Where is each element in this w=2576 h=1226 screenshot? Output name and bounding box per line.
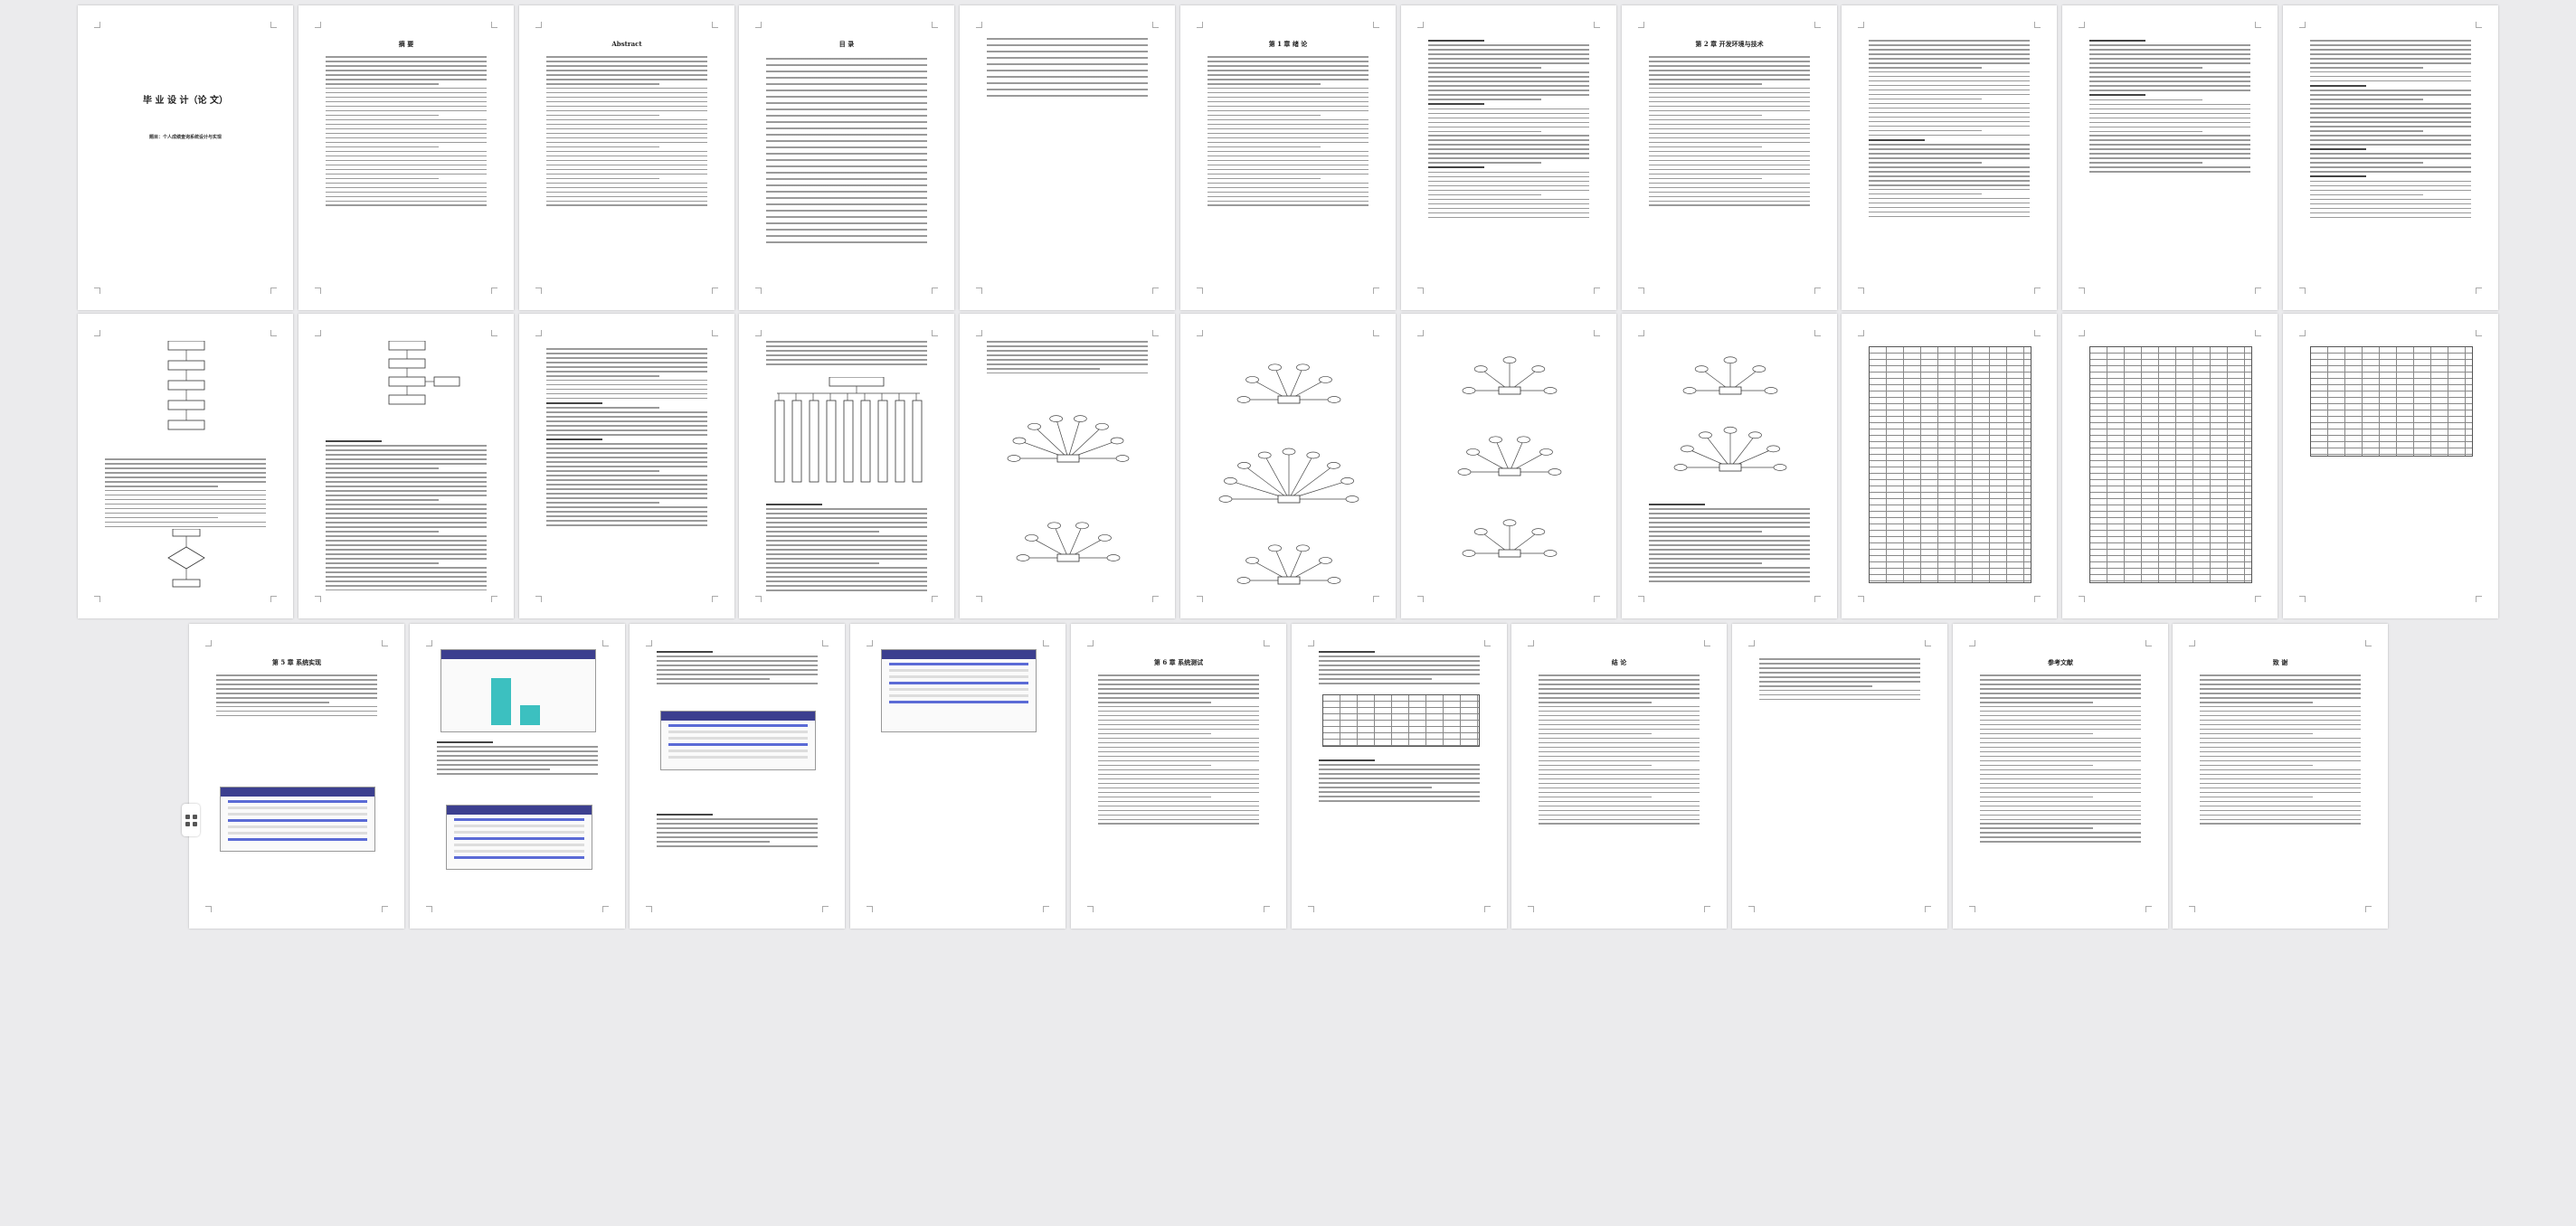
screenshot-figure xyxy=(660,711,816,770)
text-block xyxy=(657,814,818,850)
figure xyxy=(1007,415,1130,463)
figure xyxy=(1462,356,1558,395)
table-of-contents xyxy=(987,38,1148,101)
figure xyxy=(1673,426,1787,472)
page-thumbnail[interactable] xyxy=(298,314,514,618)
page-heading: 第 5 章 系统实现 xyxy=(271,658,322,666)
text-block xyxy=(1539,674,1700,827)
text-block xyxy=(2200,674,2361,827)
page-thumbnail[interactable]: 参考文献 xyxy=(1953,624,2168,929)
data-table xyxy=(2089,346,2252,583)
figure xyxy=(774,377,923,483)
page-thumbnail[interactable] xyxy=(630,624,845,929)
page-thumbnail[interactable] xyxy=(1842,5,2057,310)
page-thumbnail[interactable] xyxy=(850,624,1065,929)
page-thumbnail[interactable] xyxy=(2062,314,2278,618)
figure xyxy=(1457,436,1562,476)
page-thumbnail[interactable] xyxy=(1732,624,1947,929)
page-thumbnail[interactable] xyxy=(78,314,293,618)
page-thumbnail[interactable]: 毕 业 设 计（论 文） 题目：个人成绩查询系统设计与实现 xyxy=(78,5,293,310)
page-thumbnail[interactable]: 第 1 章 绪 论 xyxy=(1180,5,1396,310)
text-block xyxy=(1980,674,2141,845)
page-thumbnail[interactable] xyxy=(1622,314,1837,618)
page-heading: 第 2 章 开发环境与技术 xyxy=(1695,40,1764,48)
page-heading: 第 1 章 绪 论 xyxy=(1268,40,1308,48)
cover-subtitle: 题目：个人成绩查询系统设计与实现 xyxy=(148,135,222,140)
table-of-contents xyxy=(766,58,927,248)
figure xyxy=(1218,448,1359,504)
text-block xyxy=(1869,40,2030,221)
figure xyxy=(167,529,205,588)
text-block xyxy=(1319,759,1480,805)
page-thumbnail[interactable] xyxy=(1401,5,1616,310)
figure xyxy=(1236,544,1341,585)
page-thumbnail[interactable]: 致 谢 xyxy=(2173,624,2388,929)
text-block xyxy=(326,440,487,594)
screenshot-figure xyxy=(220,787,375,852)
page-thumbnail[interactable] xyxy=(410,624,625,929)
page-thumbnail[interactable]: 第 5 章 系统实现 xyxy=(189,624,404,929)
page-thumbnail[interactable]: 目 录 xyxy=(739,5,954,310)
page-heading: 参考文献 xyxy=(2048,658,2073,666)
page-thumbnail[interactable] xyxy=(1401,314,1616,618)
figure xyxy=(167,341,205,430)
page-thumbnail[interactable] xyxy=(960,5,1175,310)
page-thumbnail[interactable]: Abstract xyxy=(519,5,734,310)
figure xyxy=(1462,519,1558,558)
text-block xyxy=(766,504,927,594)
figure xyxy=(1016,522,1121,562)
page-thumbnail[interactable]: 第 6 章 系统测试 xyxy=(1071,624,1286,929)
chart-bar xyxy=(520,705,540,725)
text-block xyxy=(216,674,377,720)
text-block xyxy=(2089,40,2250,175)
text-block xyxy=(657,651,818,687)
text-block xyxy=(2310,40,2471,222)
page-thumbnail[interactable] xyxy=(739,314,954,618)
figure xyxy=(388,341,460,405)
page-thumbnail[interactable] xyxy=(1180,314,1396,618)
thumbnail-grid-icon xyxy=(185,814,190,819)
screenshot-figure xyxy=(440,649,596,732)
screenshot-figure xyxy=(446,805,592,870)
page-thumbnail[interactable] xyxy=(519,314,734,618)
page-thumbnail[interactable] xyxy=(2283,314,2498,618)
data-table xyxy=(1869,346,2031,583)
text-block xyxy=(1098,674,1259,827)
text-block xyxy=(1649,56,1810,209)
page-heading: Abstract xyxy=(611,40,642,48)
text-block xyxy=(437,741,598,778)
cover-title: 毕 业 设 计（论 文） xyxy=(143,96,228,106)
figure xyxy=(1682,356,1778,395)
text-block xyxy=(105,458,266,531)
page-thumbnail[interactable] xyxy=(1292,624,1507,929)
page-heading: 致 谢 xyxy=(2272,658,2288,666)
text-block xyxy=(987,341,1148,377)
text-block xyxy=(1319,651,1480,687)
page-thumbnail[interactable] xyxy=(2283,5,2498,310)
page-thumbnail[interactable] xyxy=(2062,5,2278,310)
text-block xyxy=(766,341,927,368)
text-block xyxy=(546,348,707,529)
page-thumbnail[interactable]: 摘 要 xyxy=(298,5,514,310)
page-thumbnail[interactable] xyxy=(1842,314,2057,618)
page-thumbnail[interactable]: 结 论 xyxy=(1511,624,1727,929)
data-table xyxy=(2310,346,2473,457)
text-block xyxy=(1428,40,1589,222)
page-heading: 摘 要 xyxy=(398,40,414,48)
data-table xyxy=(1322,694,1480,747)
screenshot-figure xyxy=(881,649,1037,732)
text-block xyxy=(1208,56,1368,209)
page-thumbnail[interactable]: 第 2 章 开发环境与技术 xyxy=(1622,5,1837,310)
thumbnail-view-toggle[interactable] xyxy=(182,804,200,836)
page-heading: 结 论 xyxy=(1611,658,1627,666)
text-block xyxy=(1649,504,1810,585)
text-block xyxy=(546,56,707,209)
page-heading: 目 录 xyxy=(838,40,855,48)
page-thumbnail[interactable] xyxy=(960,314,1175,618)
figure xyxy=(1236,363,1341,404)
chart-bar xyxy=(491,678,511,725)
page-heading: 第 6 章 系统测试 xyxy=(1153,658,1204,666)
text-block xyxy=(326,56,487,209)
text-block xyxy=(1759,658,1920,703)
